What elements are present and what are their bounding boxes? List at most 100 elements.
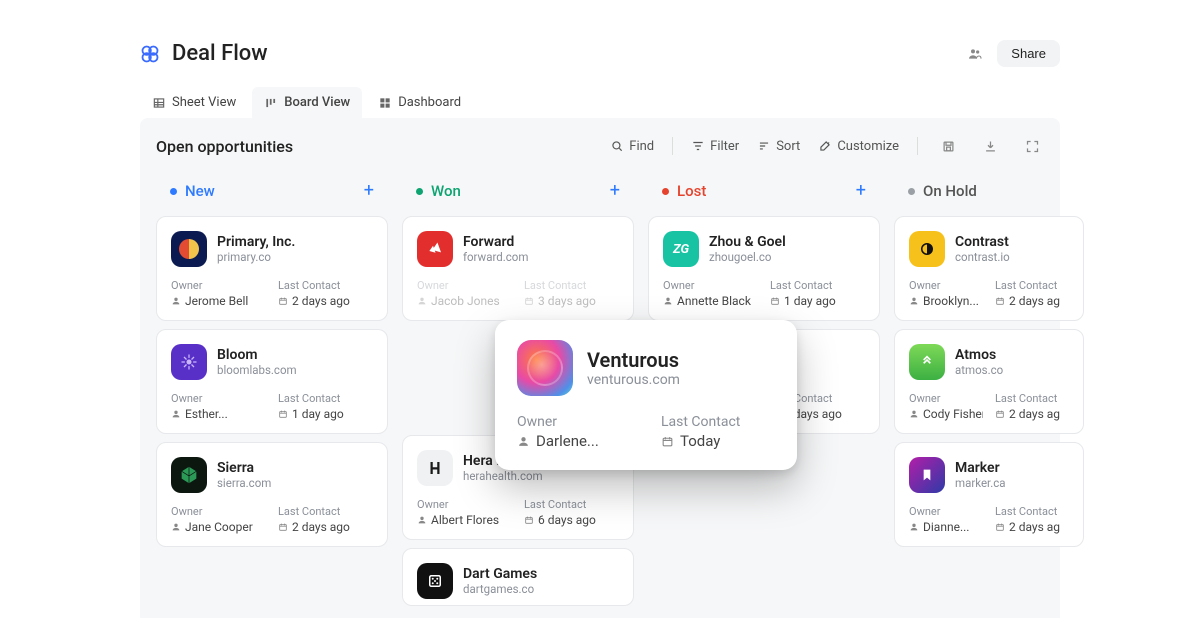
card-name: Marker <box>955 460 1006 476</box>
dragging-card[interactable]: Venturous venturous.com Owner Darlene...… <box>495 320 797 470</box>
status-dot <box>908 188 915 195</box>
deal-card[interactable]: ZG Zhou & Goel zhougoel.co Owner Annette… <box>648 216 880 321</box>
owner-value: Dianne... <box>909 520 983 534</box>
column-label: New <box>185 182 215 200</box>
tab-dashboard[interactable]: Dashboard <box>366 87 473 118</box>
company-logo-icon <box>909 457 945 493</box>
status-dot <box>416 188 423 195</box>
company-logo-icon <box>417 450 453 486</box>
owner-value: Albert Flores <box>417 513 512 527</box>
company-logo-icon <box>909 344 945 380</box>
card-name: Primary, Inc. <box>217 234 295 250</box>
last-contact-value: 2 days ag <box>995 294 1069 308</box>
card-name: Sierra <box>217 460 271 476</box>
card-name: Forward <box>463 234 528 250</box>
deal-card[interactable]: Marker marker.ca Owner Dianne... Last Co… <box>894 442 1084 547</box>
view-tabs: Sheet View Board View Dashboard <box>140 87 1060 118</box>
status-dot <box>170 188 177 195</box>
column-new: New + Primary, Inc. primary.co Owner <box>156 176 388 547</box>
owner-value: Jane Cooper <box>171 520 266 534</box>
company-logo-icon <box>417 231 453 267</box>
members-icon[interactable] <box>963 42 987 66</box>
deal-card[interactable]: Bloom bloomlabs.com Owner Esther... Last… <box>156 329 388 434</box>
card-domain: primary.co <box>217 250 295 264</box>
tab-label: Sheet View <box>172 95 236 110</box>
separator <box>917 137 918 155</box>
owner-value: Cody Fisher <box>909 407 983 421</box>
card-domain: marker.ca <box>955 476 1006 490</box>
last-contact-label: Last Contact <box>278 279 373 292</box>
find-button[interactable]: Find <box>610 139 654 154</box>
deal-card[interactable]: Sierra sierra.com Owner Jane Cooper Last… <box>156 442 388 547</box>
owner-value: Annette Black <box>663 294 758 308</box>
tab-board-view[interactable]: Board View <box>252 87 362 118</box>
save-icon[interactable] <box>936 134 960 158</box>
card-domain: contrast.io <box>955 250 1010 264</box>
owner-label: Owner <box>517 414 631 430</box>
last-contact-value: 2 days ag <box>995 407 1069 421</box>
add-card-button[interactable]: + <box>610 182 620 200</box>
download-icon[interactable] <box>978 134 1002 158</box>
expand-icon[interactable] <box>1020 134 1044 158</box>
company-logo-icon <box>171 457 207 493</box>
owner-value: Brooklyn... <box>909 294 983 308</box>
tab-label: Dashboard <box>398 95 461 110</box>
last-contact-value: 1 day ago <box>278 407 373 421</box>
deal-card[interactable]: Primary, Inc. primary.co Owner Jerome Be… <box>156 216 388 321</box>
status-dot <box>662 188 669 195</box>
company-logo-icon <box>417 563 453 599</box>
deal-card[interactable]: Forward forward.com Owner Jacob Jones La… <box>402 216 634 321</box>
owner-value: Jerome Bell <box>171 294 266 308</box>
separator <box>672 137 673 155</box>
header: Deal Flow Share <box>140 40 1060 67</box>
owner-value: Jacob Jones <box>417 294 512 308</box>
app-logo <box>140 44 160 64</box>
customize-button[interactable]: Customize <box>818 139 899 154</box>
owner-value: Darlene... <box>517 432 631 450</box>
card-name: Bloom <box>217 347 297 363</box>
last-contact-value: 3 days ago <box>524 294 619 308</box>
deal-card[interactable]: Atmos atmos.co Owner Cody Fisher Last Co… <box>894 329 1084 434</box>
board-actions: Find Filter Sort Customize <box>610 134 1044 158</box>
share-button[interactable]: Share <box>997 40 1060 67</box>
company-logo-icon <box>909 231 945 267</box>
card-domain: herahealth.com <box>463 469 543 483</box>
last-contact-value: 6 days ago <box>524 513 619 527</box>
column-label: Lost <box>677 182 706 200</box>
last-contact-value: Today <box>661 432 775 450</box>
filter-button[interactable]: Filter <box>691 139 739 154</box>
last-contact-value: 1 day ago <box>770 294 865 308</box>
owner-label: Owner <box>171 279 266 292</box>
card-name: Atmos <box>955 347 1003 363</box>
tab-sheet-view[interactable]: Sheet View <box>140 87 248 118</box>
last-contact-value: 2 days ago <box>278 294 373 308</box>
board-title: Open opportunities <box>156 137 293 156</box>
owner-value: Esther... <box>171 407 266 421</box>
add-card-button[interactable]: + <box>364 182 374 200</box>
card-name: Venturous <box>587 348 680 372</box>
card-name: Dart Games <box>463 566 537 582</box>
add-card-button[interactable]: + <box>856 182 866 200</box>
card-domain: dartgames.co <box>463 582 537 596</box>
card-domain: bloomlabs.com <box>217 363 297 377</box>
company-logo-icon <box>517 340 573 396</box>
card-domain: sierra.com <box>217 476 271 490</box>
last-contact-label: Last Contact <box>661 414 775 430</box>
card-domain: atmos.co <box>955 363 1003 377</box>
company-logo-icon: ZG <box>663 231 699 267</box>
last-contact-value: 2 days ago <box>278 520 373 534</box>
sort-button[interactable]: Sort <box>757 139 800 154</box>
page-title: Deal Flow <box>172 41 268 66</box>
card-name: Zhou & Goel <box>709 234 786 250</box>
deal-card[interactable]: Contrast contrast.io Owner Brooklyn... L… <box>894 216 1084 321</box>
card-domain: forward.com <box>463 250 528 264</box>
card-domain: zhougoel.co <box>709 250 786 264</box>
tab-label: Board View <box>284 95 350 110</box>
column-on-hold: On Hold Contrast contrast.io <box>894 176 1084 547</box>
card-domain: venturous.com <box>587 372 680 388</box>
last-contact-value: 2 days ag <box>995 520 1069 534</box>
column-label: On Hold <box>923 182 977 200</box>
deal-card[interactable]: Dart Games dartgames.co <box>402 548 634 606</box>
company-logo-icon <box>171 231 207 267</box>
column-label: Won <box>431 182 461 200</box>
